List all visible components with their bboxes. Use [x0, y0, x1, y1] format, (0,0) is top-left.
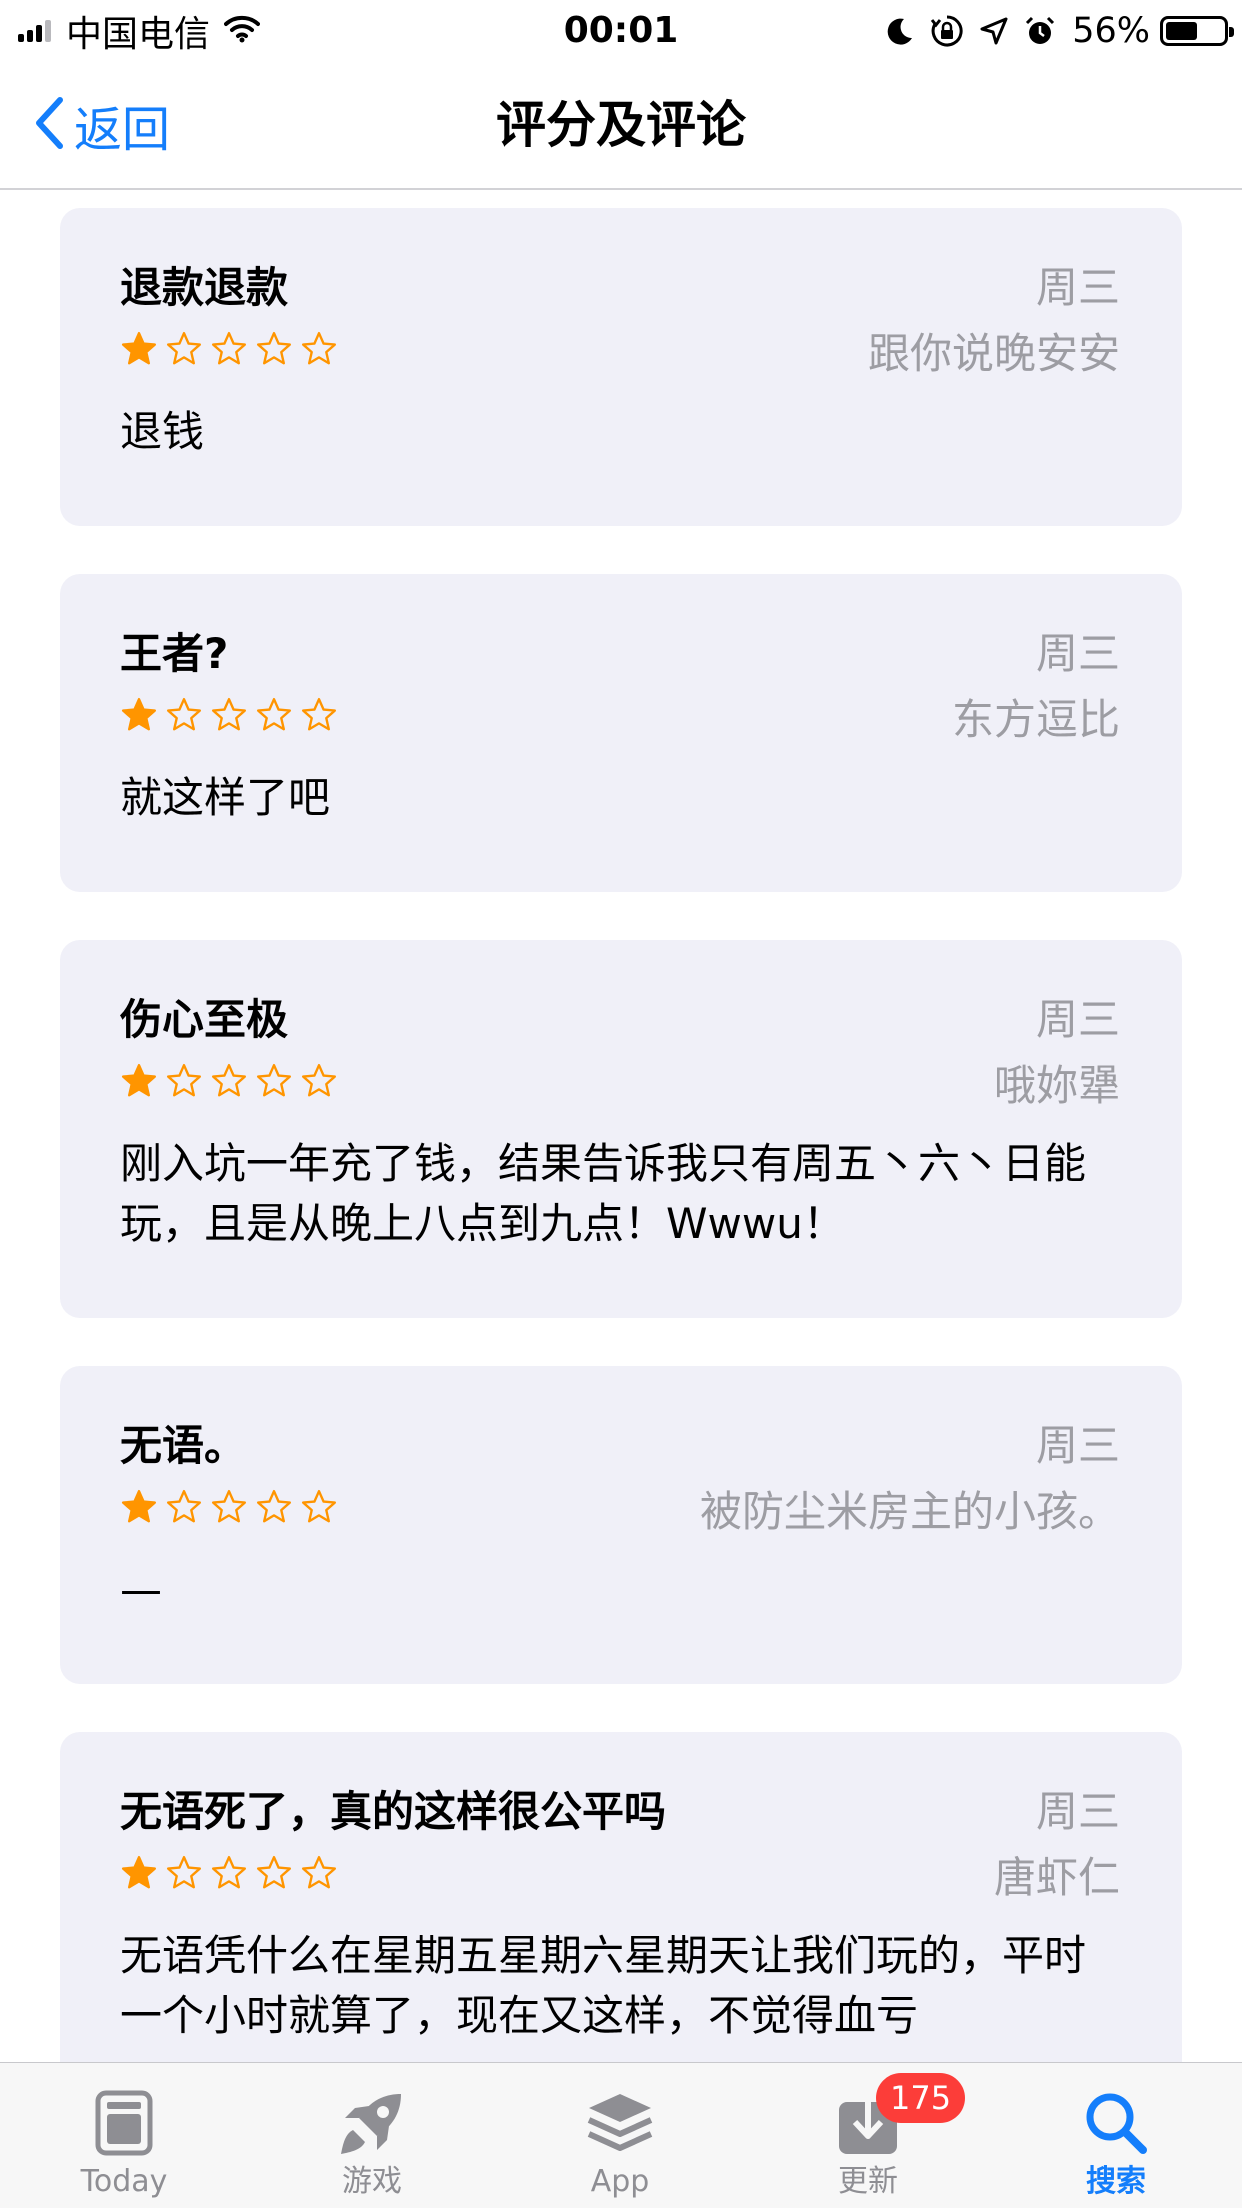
review-title: 王者? [120, 629, 229, 678]
tab-updates-label: 更新 [838, 2164, 898, 2199]
tab-apps-label: App [590, 2164, 650, 2199]
tab-games-label: 游戏 [342, 2164, 402, 2199]
star-empty-icon [210, 1854, 248, 1892]
tab-bar: Today 游戏 App 175 更新 搜索 [0, 2062, 1242, 2208]
star-rating [120, 1850, 1122, 1896]
star-filled-icon [120, 1488, 158, 1526]
tab-today[interactable]: Today [24, 2063, 224, 2209]
star-empty-icon [210, 1488, 248, 1526]
review-body: 刚入坑一年充了钱，结果告诉我只有周五丶六丶日能玩，且是从晚上八点到九点！Wwwu… [120, 1139, 1087, 1248]
page-title: 评分及评论 [496, 96, 746, 154]
review-card[interactable]: 无语死了，真的这样很公平吗 周三 唐虾仁 无语凭什么在星期五星期六星期天让我们玩… [60, 1732, 1182, 2062]
star-empty-icon [165, 330, 203, 368]
star-empty-icon [255, 330, 293, 368]
search-icon [1016, 2083, 1216, 2163]
review-author: 跟你说晚安安 [867, 329, 1120, 378]
review-author: 唐虾仁 [993, 1853, 1120, 1902]
star-empty-icon [210, 1062, 248, 1100]
review-date: 周三 [1035, 1787, 1120, 1836]
review-author: 被防尘米房主的小孩。 [699, 1487, 1120, 1536]
star-empty-icon [210, 330, 248, 368]
star-filled-icon [120, 696, 158, 734]
star-filled-icon [120, 1854, 158, 1892]
tab-updates[interactable]: 175 更新 [768, 2063, 968, 2209]
star-empty-icon [165, 1062, 203, 1100]
moon-icon [886, 16, 914, 46]
tab-apps[interactable]: App [520, 2063, 720, 2209]
star-empty-icon [255, 1062, 293, 1100]
reviews-list[interactable]: 退款退款 周三 跟你说晚安安 退钱 王者? 周三 东方逗比 就这样了吧 伤心至极… [0, 190, 1242, 2062]
star-empty-icon [300, 1488, 338, 1526]
review-title: 伤心至极 [120, 995, 289, 1044]
star-empty-icon [165, 696, 203, 734]
star-empty-icon [300, 696, 338, 734]
star-empty-icon [165, 1854, 203, 1892]
battery-icon [1160, 16, 1234, 46]
rotation-lock-icon [930, 14, 964, 48]
review-date: 周三 [1035, 629, 1120, 678]
review-body: 无语凭什么在星期五星期六星期天让我们玩的，平时一个小时就算了，现在又这样，不觉得… [120, 1931, 1087, 2040]
tab-games[interactable]: 游戏 [272, 2063, 472, 2209]
review-card[interactable]: 王者? 周三 东方逗比 就这样了吧 [60, 574, 1182, 892]
tab-search-label: 搜索 [1086, 2164, 1146, 2199]
review-title: 无语。 [120, 1421, 247, 1470]
updates-badge: 175 [876, 2073, 966, 2123]
review-date: 周三 [1035, 1421, 1120, 1470]
review-body: 退钱 [120, 407, 205, 456]
tab-search[interactable]: 搜索 [1016, 2063, 1216, 2209]
status-bar: 中国电信 00:01 56% [0, 0, 1242, 62]
review-card[interactable]: 伤心至极 周三 哦妳犟 刚入坑一年充了钱，结果告诉我只有周五丶六丶日能玩，且是从… [60, 940, 1182, 1318]
review-author: 哦妳犟 [993, 1061, 1120, 1110]
star-empty-icon [255, 696, 293, 734]
star-empty-icon [255, 1488, 293, 1526]
battery-percent: 56% [1072, 11, 1150, 51]
star-empty-icon [210, 696, 248, 734]
review-body: 就这样了吧 [120, 773, 331, 822]
today-icon [24, 2083, 224, 2163]
star-filled-icon [120, 330, 158, 368]
app-stack-icon [520, 2083, 720, 2163]
alarm-icon [1024, 15, 1056, 47]
star-rating [120, 1058, 1122, 1104]
rocket-icon [272, 2083, 472, 2163]
tab-today-label: Today [80, 2164, 168, 2199]
review-author: 东方逗比 [951, 695, 1120, 744]
star-empty-icon [255, 1854, 293, 1892]
review-card[interactable]: 退款退款 周三 跟你说晚安安 退钱 [60, 208, 1182, 526]
star-empty-icon [165, 1488, 203, 1526]
review-title: 退款退款 [120, 263, 289, 312]
review-date: 周三 [1035, 995, 1120, 1044]
location-icon [980, 17, 1008, 45]
star-empty-icon [300, 330, 338, 368]
review-card[interactable]: 无语。 周三 被防尘米房主的小孩。 — [60, 1366, 1182, 1684]
navigation-bar: 返回 评分及评论 [0, 62, 1242, 190]
star-empty-icon [300, 1854, 338, 1892]
review-body: — [120, 1565, 162, 1614]
review-title: 无语死了，真的这样很公平吗 [120, 1787, 667, 1836]
star-filled-icon [120, 1062, 158, 1100]
star-empty-icon [300, 1062, 338, 1100]
review-date: 周三 [1035, 263, 1120, 312]
